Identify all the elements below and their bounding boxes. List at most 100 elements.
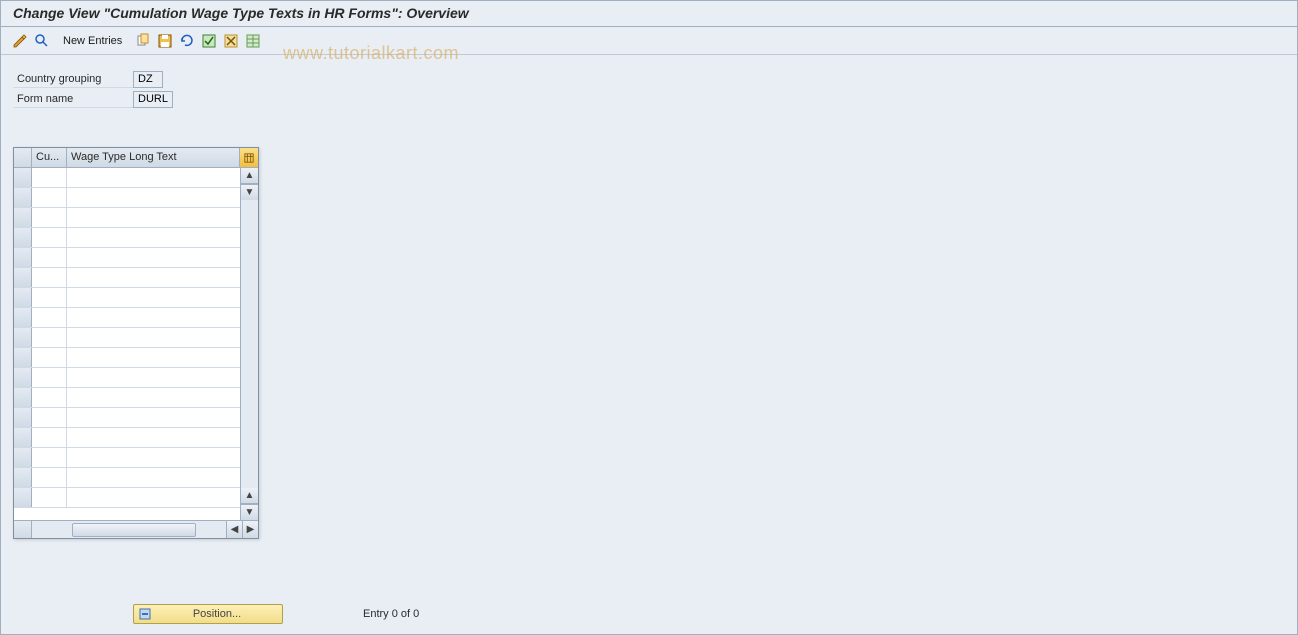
change-display-icon[interactable] (11, 32, 29, 50)
row-selector[interactable] (14, 308, 32, 327)
table-row[interactable] (14, 408, 240, 428)
row-selector[interactable] (14, 288, 32, 307)
table-row[interactable] (14, 368, 240, 388)
cell-wage-type[interactable] (67, 348, 240, 367)
row-selector[interactable] (14, 208, 32, 227)
table-row[interactable] (14, 308, 240, 328)
cell-wage-type[interactable] (67, 328, 240, 347)
row-selector[interactable] (14, 428, 32, 447)
cell-wage-type[interactable] (67, 288, 240, 307)
form-area: Country grouping DZ Form name DURL (1, 55, 1297, 117)
table-row[interactable] (14, 488, 240, 508)
table-row[interactable] (14, 228, 240, 248)
cell-cu[interactable] (32, 208, 67, 227)
cell-cu[interactable] (32, 328, 67, 347)
row-selector[interactable] (14, 388, 32, 407)
row-selector[interactable] (14, 348, 32, 367)
cell-cu[interactable] (32, 448, 67, 467)
footer: Position... Entry 0 of 0 (1, 604, 1297, 624)
scroll-right-icon[interactable]: ▶ (242, 521, 258, 538)
entry-count-text: Entry 0 of 0 (363, 608, 419, 620)
configure-columns-icon[interactable] (240, 148, 258, 167)
cell-cu[interactable] (32, 188, 67, 207)
horizontal-scrollbar[interactable]: ◀ ▶ (14, 520, 258, 538)
hscroll-thumb[interactable] (72, 523, 196, 537)
cell-cu[interactable] (32, 228, 67, 247)
cell-wage-type[interactable] (67, 448, 240, 467)
cell-wage-type[interactable] (67, 468, 240, 487)
cell-wage-type[interactable] (67, 488, 240, 507)
cell-cu[interactable] (32, 368, 67, 387)
new-entries-button[interactable]: New Entries (55, 33, 130, 49)
form-name-field[interactable]: DURL (133, 91, 173, 108)
cell-cu[interactable] (32, 168, 67, 187)
cell-wage-type[interactable] (67, 208, 240, 227)
table-row[interactable] (14, 348, 240, 368)
row-selector[interactable] (14, 188, 32, 207)
table-row[interactable] (14, 248, 240, 268)
cell-wage-type[interactable] (67, 308, 240, 327)
cell-cu[interactable] (32, 348, 67, 367)
cell-wage-type[interactable] (67, 228, 240, 247)
cell-wage-type[interactable] (67, 368, 240, 387)
cell-cu[interactable] (32, 288, 67, 307)
cell-wage-type[interactable] (67, 188, 240, 207)
scroll-left-icon[interactable]: ◀ (226, 521, 242, 538)
cell-wage-type[interactable] (67, 168, 240, 187)
table-row[interactable] (14, 328, 240, 348)
cell-wage-type[interactable] (67, 268, 240, 287)
position-button[interactable]: Position... (133, 604, 283, 624)
deselect-all-icon[interactable] (222, 32, 240, 50)
position-icon (138, 607, 152, 621)
undo-icon[interactable] (178, 32, 196, 50)
row-selector[interactable] (14, 488, 32, 507)
cell-cu[interactable] (32, 388, 67, 407)
scroll-down-icon[interactable]: ▼ (241, 184, 258, 200)
table-row[interactable] (14, 468, 240, 488)
table-header: Cu... Wage Type Long Text (14, 148, 258, 168)
row-selector[interactable] (14, 408, 32, 427)
row-selector[interactable] (14, 248, 32, 267)
row-selector[interactable] (14, 448, 32, 467)
find-icon[interactable] (33, 32, 51, 50)
country-grouping-field[interactable]: DZ (133, 71, 163, 88)
column-wage-type[interactable]: Wage Type Long Text (67, 148, 240, 167)
select-all-icon[interactable] (200, 32, 218, 50)
cell-cu[interactable] (32, 468, 67, 487)
vertical-scrollbar[interactable]: ▲ ▼ ▲ ▼ (240, 168, 258, 520)
table-row[interactable] (14, 168, 240, 188)
table-row[interactable] (14, 268, 240, 288)
table-row[interactable] (14, 288, 240, 308)
table-row[interactable] (14, 428, 240, 448)
cell-wage-type[interactable] (67, 428, 240, 447)
table-row[interactable] (14, 208, 240, 228)
column-cu[interactable]: Cu... (32, 148, 67, 167)
cell-cu[interactable] (32, 408, 67, 427)
scroll-up-bottom-icon[interactable]: ▲ (241, 488, 258, 504)
table-row[interactable] (14, 388, 240, 408)
form-name-label: Form name (13, 91, 133, 108)
save-icon[interactable] (156, 32, 174, 50)
row-selector[interactable] (14, 468, 32, 487)
cell-wage-type[interactable] (67, 388, 240, 407)
select-all-column[interactable] (14, 148, 32, 167)
scroll-up-icon[interactable]: ▲ (241, 168, 258, 184)
cell-cu[interactable] (32, 488, 67, 507)
row-selector[interactable] (14, 168, 32, 187)
row-selector[interactable] (14, 328, 32, 347)
row-selector[interactable] (14, 228, 32, 247)
cell-cu[interactable] (32, 248, 67, 267)
row-selector[interactable] (14, 368, 32, 387)
table-settings-icon[interactable] (244, 32, 262, 50)
data-table: Cu... Wage Type Long Text ▲ ▼ ▲ ▼ ◀ ▶ (13, 147, 259, 539)
scroll-down-bottom-icon[interactable]: ▼ (241, 504, 258, 520)
copy-icon[interactable] (134, 32, 152, 50)
row-selector[interactable] (14, 268, 32, 287)
cell-cu[interactable] (32, 268, 67, 287)
cell-cu[interactable] (32, 428, 67, 447)
cell-cu[interactable] (32, 308, 67, 327)
cell-wage-type[interactable] (67, 248, 240, 267)
table-row[interactable] (14, 188, 240, 208)
table-row[interactable] (14, 448, 240, 468)
cell-wage-type[interactable] (67, 408, 240, 427)
